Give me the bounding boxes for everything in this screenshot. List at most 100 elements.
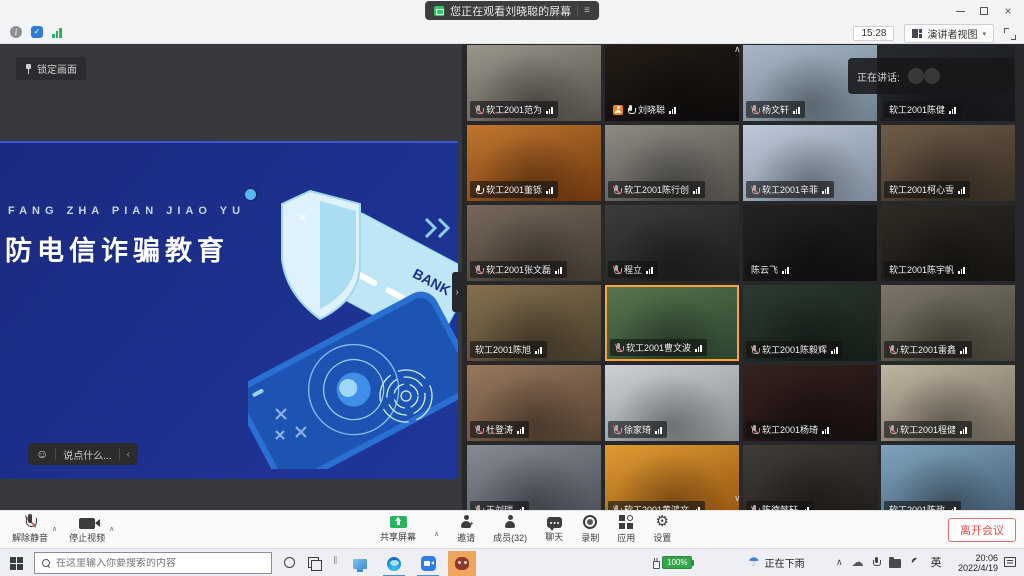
participant-name-chip: 陈德懿轩	[746, 501, 814, 510]
video-tile[interactable]: 软工2001辛菲	[743, 125, 877, 201]
taskbar-app-pc[interactable]	[346, 551, 374, 576]
video-tile[interactable]: 陈云飞	[743, 205, 877, 281]
start-button[interactable]	[10, 557, 23, 570]
participant-name: 软工2001黄鸿文	[624, 503, 689, 510]
video-tile[interactable]: 软工2001陈宇帆	[881, 205, 1015, 281]
grid-scroll-down-icon[interactable]: ∨	[734, 493, 741, 504]
video-tile[interactable]: 软工2001雷鑫	[881, 285, 1015, 361]
action-center-icon[interactable]	[1004, 557, 1016, 567]
share-options-chevron[interactable]: ∧	[434, 530, 439, 538]
video-tile[interactable]: 软工2001程健	[881, 365, 1015, 441]
emoji-icon[interactable]: ☺	[36, 447, 48, 461]
fullscreen-icon[interactable]	[1004, 28, 1016, 40]
video-tile[interactable]: 软工2001黄鸿文	[605, 445, 739, 510]
ime-indicator[interactable]: 英	[931, 554, 942, 570]
quick-chat-bubble[interactable]: ☺ 说点什么... ‹	[28, 443, 138, 465]
weather-widget[interactable]: ☂ 正在下雨	[748, 554, 805, 570]
panel-collapse-handle[interactable]: ›	[452, 272, 462, 312]
mic-icon	[751, 185, 758, 195]
volume-bars-icon	[831, 346, 838, 354]
participant-name-chip: 徐家琦	[608, 421, 667, 438]
unmute-button[interactable]: 解除静音	[10, 514, 50, 544]
banner-menu-icon[interactable]: ≡	[584, 5, 590, 16]
taskbar-app-edge[interactable]	[380, 551, 408, 576]
chat-button[interactable]: 聊天	[543, 514, 565, 543]
video-tile[interactable]: 杜登涛	[467, 365, 601, 441]
view-mode-selector[interactable]: 演讲者视图 ▾	[904, 24, 994, 43]
video-tile[interactable]: 徐家琦	[605, 365, 739, 441]
taskbar-search[interactable]	[34, 552, 272, 574]
video-tile[interactable]: 软工2001杨琦	[743, 365, 877, 441]
chat-placeholder[interactable]: 说点什么...	[63, 447, 111, 462]
video-tile[interactable]: 程立	[605, 205, 739, 281]
mic-icon	[475, 425, 482, 435]
close-button[interactable]: ×	[996, 0, 1020, 22]
apps-button[interactable]: 应用	[615, 514, 637, 544]
participant-name-chip: 软工2001杨琦	[746, 421, 834, 438]
wifi-icon[interactable]	[907, 554, 924, 571]
members-button[interactable]: 成员(32)	[491, 514, 529, 544]
share-screen-button[interactable]: 共享屏幕	[378, 514, 418, 543]
video-tile[interactable]: 陈德懿轩	[743, 445, 877, 510]
grid-scroll-up-icon[interactable]: ∧	[734, 44, 741, 55]
video-tile[interactable]: 软工2001张文磊	[467, 205, 601, 281]
cortana-icon[interactable]	[284, 557, 295, 568]
meeting-info-icon[interactable]: i	[10, 26, 22, 38]
speaking-now-label: 正在讲话:	[857, 69, 900, 84]
video-tile[interactable]: 软工2001陈毅辉	[743, 285, 877, 361]
participant-name: 刘晓聪	[638, 103, 665, 116]
battery-percent: 100%	[662, 556, 692, 569]
presentation-slide: FANG ZHA PIAN JIAO YU 防电信诈骗教育 BANK	[0, 141, 458, 479]
video-tile[interactable]: 软工2001董铄	[467, 125, 601, 201]
meeting-app-icon	[421, 556, 436, 571]
speaking-now-overlay: 正在讲话:	[848, 58, 1014, 94]
sharing-badge-icon	[613, 105, 623, 115]
video-tile[interactable]: 王刘瑞	[467, 445, 601, 510]
participant-name-chip: 软工2001范为	[470, 101, 558, 118]
pin-view-button[interactable]: 锁定画面	[16, 57, 86, 80]
video-tile[interactable]: 软工2001柯心雪	[881, 125, 1015, 201]
search-input[interactable]	[56, 558, 246, 569]
video-tile[interactable]: 刘晓聪	[605, 45, 739, 121]
stop-video-button[interactable]: 停止视频	[67, 515, 107, 544]
clock-date: 2022/4/19	[958, 563, 998, 573]
taskbar-clock[interactable]: 20:06 2022/4/19	[958, 553, 998, 573]
slide-title: 防电信诈骗教育	[5, 229, 229, 268]
folder-icon[interactable]	[889, 559, 901, 568]
invite-button[interactable]: + 邀请	[455, 514, 477, 544]
chevron-left-icon[interactable]: ‹	[127, 449, 130, 460]
watching-screen-banner[interactable]: 您正在观看刘晓聪的屏幕 ≡	[425, 1, 599, 20]
taskbar-app-active[interactable]	[448, 551, 476, 576]
video-tile[interactable]: 软工2001陈行创	[605, 125, 739, 201]
volume-bars-icon	[695, 344, 702, 352]
face-app-icon	[455, 557, 469, 570]
cloud-icon[interactable]: ☁	[852, 555, 864, 569]
participant-name-chip: 软工2001辛菲	[746, 181, 834, 198]
leave-meeting-button[interactable]: 离开会议	[948, 518, 1016, 542]
apps-icon	[619, 515, 633, 529]
tray-mic-icon[interactable]	[873, 557, 880, 568]
network-signal-icon[interactable]	[52, 27, 62, 38]
taskbar-app-meeting[interactable]	[414, 551, 442, 576]
mic-icon	[475, 185, 482, 195]
avatar	[924, 68, 940, 84]
settings-button[interactable]: ⚙ 设置	[651, 514, 673, 544]
security-shield-icon[interactable]: ✓	[31, 26, 43, 38]
participant-name-chip: 王刘瑞	[470, 501, 529, 510]
mic-icon	[613, 185, 620, 195]
video-tile[interactable]: 软工2001范为	[467, 45, 601, 121]
task-view-icon[interactable]	[308, 557, 319, 568]
record-button[interactable]: 录制	[579, 514, 601, 544]
mic-icon	[627, 105, 634, 115]
video-tile[interactable]: 软工2001陈旭	[467, 285, 601, 361]
participant-name-chip: 陈云飞	[746, 261, 794, 278]
video-tile[interactable]: 软工2001曹文波	[605, 285, 739, 361]
battery-indicator[interactable]: 100%	[652, 556, 692, 569]
restore-button[interactable]	[972, 0, 996, 22]
camera-icon	[79, 518, 95, 529]
video-options-chevron[interactable]: ∧	[109, 525, 114, 533]
minimize-button[interactable]	[948, 0, 972, 22]
hidden-icons-chevron[interactable]: ∧	[836, 557, 843, 568]
video-tile[interactable]: 软工2001陈政	[881, 445, 1015, 510]
mic-options-chevron[interactable]: ∧	[52, 525, 57, 533]
